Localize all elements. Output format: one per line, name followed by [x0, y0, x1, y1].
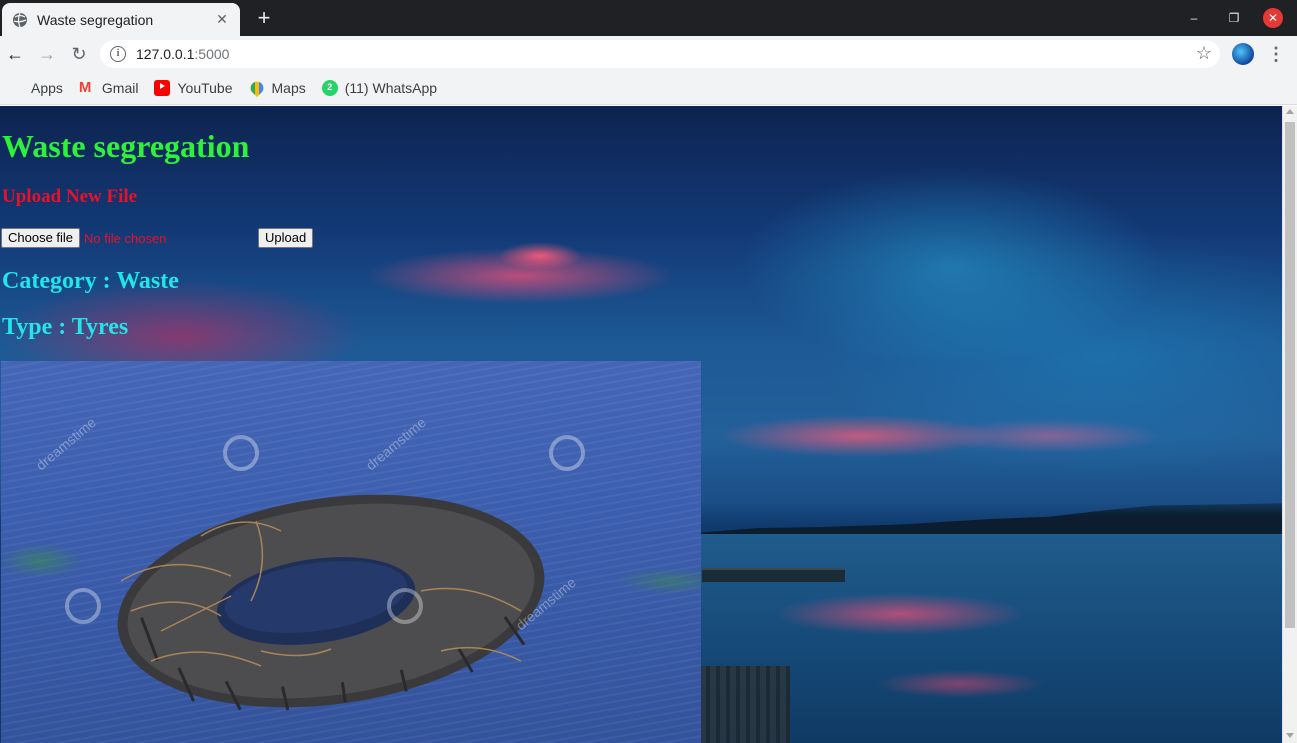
- bookmark-apps[interactable]: Apps: [8, 80, 63, 96]
- file-input[interactable]: Choose file No file chosen: [1, 228, 254, 248]
- background-pier: [700, 666, 790, 743]
- choose-file-button[interactable]: Choose file: [1, 228, 81, 248]
- type-result: Type : Tyres: [2, 314, 129, 340]
- new-tab-button[interactable]: +: [252, 6, 276, 30]
- page-scrollbar[interactable]: [1282, 106, 1297, 743]
- scroll-up-arrow-icon[interactable]: [1286, 109, 1294, 114]
- back-button[interactable]: ←: [3, 42, 27, 66]
- browser-tab[interactable]: Waste segregation ✕: [2, 3, 240, 36]
- close-window-button[interactable]: ✕: [1263, 8, 1283, 28]
- youtube-icon: [154, 80, 171, 96]
- watermark-text: dreamstime: [363, 414, 429, 473]
- bookmark-label: Maps: [271, 80, 306, 96]
- url-port: :5000: [194, 46, 230, 62]
- url-host: 127.0.0.1: [136, 46, 195, 62]
- background-dock: [702, 568, 845, 582]
- browser-menu-icon[interactable]: ⋮: [1267, 42, 1285, 66]
- minimize-window-button[interactable]: –: [1184, 8, 1204, 28]
- globe-icon: [13, 12, 27, 27]
- bookmark-gmail[interactable]: M Gmail: [78, 79, 139, 97]
- page-viewport: Waste segregation Upload New File Choose…: [0, 106, 1282, 743]
- background-treeline: [700, 503, 1282, 537]
- whatsapp-icon: 2: [321, 80, 338, 96]
- bookmark-whatsapp[interactable]: 2 (11) WhatsApp: [321, 80, 438, 96]
- tab-strip: Waste segregation ✕ + – ❐ ✕: [0, 0, 1297, 36]
- upload-button[interactable]: Upload: [258, 228, 314, 248]
- url-text[interactable]: 127.0.0.1:5000: [136, 46, 229, 62]
- tab-close-icon[interactable]: ✕: [214, 11, 230, 28]
- bookmark-youtube[interactable]: YouTube: [154, 80, 233, 96]
- bookmark-star-icon[interactable]: ☆: [1196, 43, 1212, 64]
- browser-toolbar: ← → ↻ i 127.0.0.1:5000 ☆ ⋮: [0, 36, 1297, 72]
- bookmark-label: (11) WhatsApp: [344, 80, 438, 96]
- watermark-text: dreamstime: [33, 414, 99, 473]
- category-result: Category : Waste: [2, 268, 179, 294]
- no-file-text: No file chosen: [84, 230, 167, 246]
- scroll-down-arrow-icon[interactable]: [1286, 733, 1294, 738]
- address-bar[interactable]: i 127.0.0.1:5000 ☆: [100, 40, 1220, 68]
- site-info-icon[interactable]: i: [110, 46, 126, 62]
- bookmark-label: Gmail: [101, 80, 139, 96]
- bookmark-label: YouTube: [177, 80, 233, 96]
- upload-heading: Upload New File: [2, 186, 138, 207]
- bookmark-maps[interactable]: Maps: [247, 78, 306, 98]
- reload-button[interactable]: ↻: [67, 42, 91, 66]
- maximize-window-button[interactable]: ❐: [1224, 8, 1244, 28]
- tab-title: Waste segregation: [37, 11, 154, 28]
- tyre-illustration: dreamstime dreamstime dreamstime: [33, 414, 585, 711]
- forward-button[interactable]: →: [35, 42, 59, 66]
- profile-avatar[interactable]: [1232, 43, 1254, 65]
- maps-icon: [247, 78, 266, 98]
- bookmark-label: Apps: [31, 80, 63, 96]
- page-title: Waste segregation: [2, 128, 250, 164]
- scroll-thumb[interactable]: [1285, 122, 1295, 628]
- bookmarks-bar: Apps M Gmail YouTube Maps 2 (11) WhatsAp…: [0, 72, 1297, 105]
- uploaded-image: dreamstime dreamstime dreamstime: [1, 361, 701, 743]
- gmail-icon: M: [78, 79, 92, 96]
- apps-grid-icon: [8, 80, 24, 96]
